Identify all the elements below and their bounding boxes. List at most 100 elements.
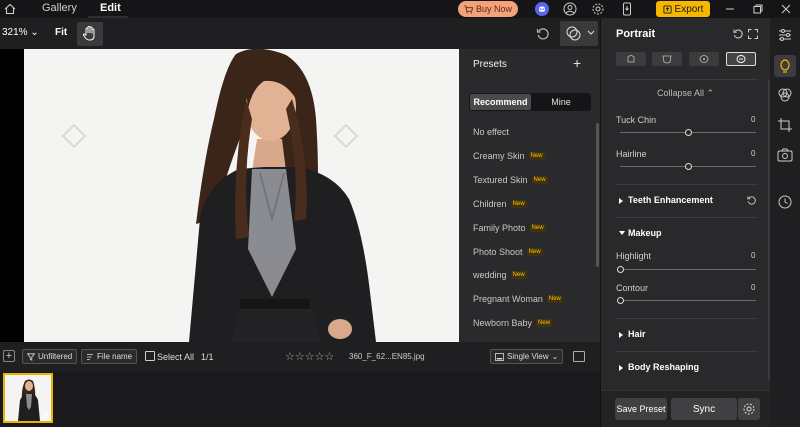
slider-knob[interactable] (684, 162, 692, 170)
slider-value[interactable]: 0 (751, 283, 755, 292)
mobile-device-icon[interactable] (620, 2, 634, 16)
cart-icon (464, 4, 473, 14)
slider-value[interactable]: 0 (751, 251, 755, 260)
mode-face-button[interactable] (616, 52, 646, 66)
tab-mine[interactable]: Mine (531, 94, 591, 110)
preset-item-label: No effect (473, 127, 509, 137)
home-icon[interactable] (4, 3, 16, 15)
face-outline-icon (627, 55, 635, 63)
single-view-icon (495, 352, 504, 361)
filmstrip: 1 (0, 372, 600, 427)
edited-pencil-icon (41, 411, 49, 419)
eye-icon (699, 55, 709, 63)
account-icon[interactable] (563, 2, 577, 16)
mode-eyes-button[interactable] (689, 52, 719, 66)
current-filename: 360_F_62...EN85.jpg (349, 352, 425, 361)
reset-panel-icon[interactable] (732, 28, 744, 40)
tab-edit[interactable]: Edit (100, 2, 121, 14)
skin-icon (662, 55, 672, 64)
body-reshaping-section[interactable]: Body Reshaping (628, 362, 699, 372)
preset-item-label: wedding (473, 270, 507, 280)
slider-label: Tuck Chin (616, 115, 657, 125)
slider-knob[interactable] (684, 128, 692, 136)
select-all-checkbox[interactable] (145, 351, 155, 361)
hair-section[interactable]: Hair (628, 329, 646, 339)
preset-item-label: Photo Shoot (473, 247, 523, 257)
portrait-face-icon (780, 59, 790, 73)
filter-funnel-icon (27, 352, 35, 361)
slider-knob[interactable] (616, 265, 624, 273)
preset-item[interactable]: Photo Shoot New (473, 247, 543, 257)
export-button[interactable]: Export (656, 1, 710, 17)
zoom-level[interactable]: 321% ⌄ (2, 27, 39, 38)
tool-sidebar (770, 18, 800, 427)
image-canvas[interactable] (0, 49, 459, 342)
expand-icon[interactable] (747, 28, 759, 40)
teeth-reset-icon[interactable] (746, 195, 757, 206)
title-bar: Gallery Edit Buy Now Export (0, 0, 800, 18)
presets-scrollbar[interactable] (596, 123, 599, 267)
compare-icon (566, 26, 595, 41)
photo-thumbnail[interactable]: 1 (3, 373, 53, 423)
add-photos-button[interactable]: + (3, 350, 15, 362)
export-upload-icon (662, 4, 672, 14)
slider-value[interactable]: 0 (751, 115, 755, 124)
file-name-label: File name (97, 352, 133, 361)
save-preset-button[interactable]: Save Preset (615, 398, 667, 420)
reset-icon[interactable] (535, 26, 551, 42)
color-circles-icon[interactable] (774, 84, 796, 106)
camera-icon[interactable] (774, 144, 796, 166)
adjust-sliders-icon[interactable] (774, 24, 796, 46)
mode-face-shape-button[interactable] (726, 52, 756, 66)
crop-icon[interactable] (774, 114, 796, 136)
presets-tab-switch: Recommend Mine (469, 93, 591, 111)
gear-icon (743, 403, 755, 415)
slider-knob[interactable] (616, 296, 624, 304)
portrait-tool-button[interactable] (774, 55, 796, 77)
slider-track[interactable] (620, 300, 756, 301)
slider-value[interactable]: 0 (751, 149, 755, 158)
hand-tool-button[interactable] (77, 22, 103, 46)
unfiltered-filter[interactable]: Unfiltered (22, 349, 78, 364)
history-icon[interactable] (774, 191, 796, 213)
fit-button[interactable]: Fit (55, 27, 67, 38)
split-view-icon[interactable] (573, 351, 585, 362)
preset-item[interactable]: Family Photo New (473, 223, 546, 233)
add-preset-button[interactable]: + (573, 55, 581, 71)
preset-item-label: Family Photo (473, 223, 526, 233)
slider-label: Contour (616, 283, 649, 293)
tab-gallery[interactable]: Gallery (42, 2, 77, 14)
buy-now-button[interactable]: Buy Now (458, 1, 518, 17)
sort-by-filename[interactable]: File name (81, 349, 138, 364)
minimize-icon[interactable] (723, 2, 737, 16)
sync-settings-button[interactable] (738, 398, 760, 420)
sync-button[interactable]: Sync (671, 398, 737, 420)
view-mode-dropdown[interactable]: Single View ⌄ (490, 349, 564, 364)
close-icon[interactable] (779, 2, 793, 16)
preset-item[interactable]: Creamy Skin New (473, 151, 545, 161)
mode-skin-button[interactable] (652, 52, 682, 66)
discord-icon[interactable] (535, 2, 549, 16)
select-all-label[interactable]: Select All (157, 352, 194, 362)
preset-item[interactable]: Textured Skin New (473, 175, 548, 185)
compare-button[interactable] (560, 21, 598, 46)
teeth-enhancement-section[interactable]: Teeth Enhancement (628, 195, 713, 205)
zoom-value: 321% (2, 27, 28, 38)
preset-item[interactable]: wedding New (473, 270, 527, 280)
caret-down-icon (619, 231, 625, 235)
tab-recommend[interactable]: Recommend (470, 94, 531, 110)
divider (616, 79, 758, 80)
preset-item[interactable]: Newborn Baby New (473, 318, 553, 328)
preset-item[interactable]: Pregnant Woman New (473, 294, 563, 304)
slider-track[interactable] (620, 269, 756, 270)
portrait-photo (24, 49, 459, 342)
star-rating[interactable]: ☆☆☆☆☆ (285, 350, 334, 363)
restore-icon[interactable] (751, 2, 765, 16)
settings-gear-icon[interactable] (591, 2, 605, 16)
makeup-section[interactable]: Makeup (628, 228, 662, 238)
collapse-all-button[interactable]: Collapse All ⌃ (657, 88, 714, 99)
preset-item[interactable]: Children New (473, 199, 527, 209)
preset-item[interactable]: No effect (473, 127, 509, 137)
divider (616, 318, 758, 319)
presets-panel: Presets + Recommend Mine No effect Creamy… (459, 49, 600, 342)
